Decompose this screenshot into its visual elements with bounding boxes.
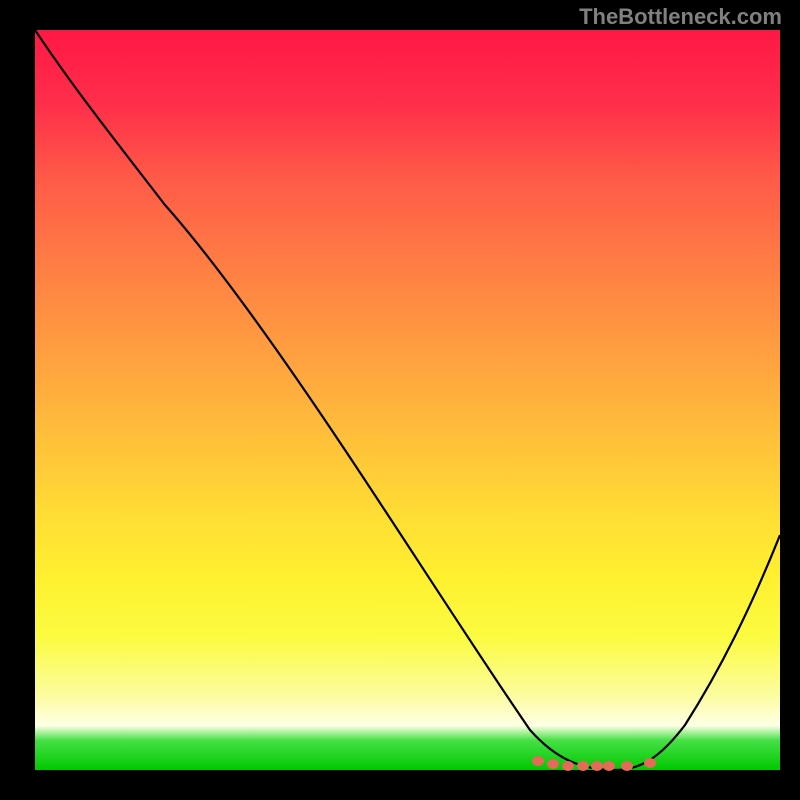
watermark-text: TheBottleneck.com [579, 4, 782, 30]
optimal-dot [621, 761, 633, 771]
optimal-dots-layer [35, 30, 780, 770]
optimal-dot [577, 761, 589, 771]
optimal-dot [532, 756, 544, 766]
optimal-dot [547, 759, 559, 769]
optimal-dot [603, 761, 615, 771]
optimal-dot [644, 758, 656, 768]
optimal-dot [562, 761, 574, 771]
chart-plot-area [35, 30, 780, 770]
